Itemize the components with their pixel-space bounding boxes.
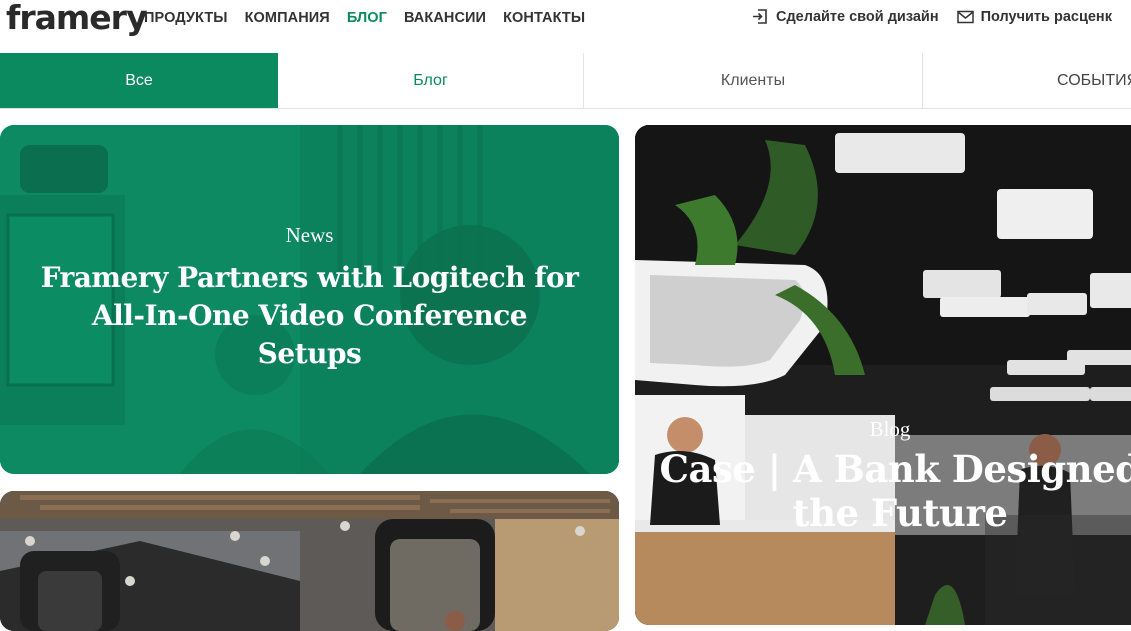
card-background-image xyxy=(635,125,1131,625)
card1-category: News xyxy=(285,223,334,247)
design-login-icon xyxy=(753,9,767,24)
article-card-logitech[interactable]: News Framery Partners with Logitech for … xyxy=(0,125,619,474)
card1-title: Framery Partners with Logitech for All-I… xyxy=(40,261,579,370)
tab-blog[interactable]: Блог xyxy=(278,53,584,108)
framery-logo[interactable]: framery xyxy=(6,0,147,40)
envelope-icon xyxy=(956,10,974,23)
card2-title-line2: the Future xyxy=(792,491,1008,535)
card2-category: Blog xyxy=(869,417,911,441)
get-quote-label: Получить расценк xyxy=(980,8,1112,25)
tab-all[interactable]: Все xyxy=(0,53,278,108)
card1-text: News Framery Partners with Logitech for … xyxy=(0,223,619,373)
tab-clients[interactable]: Клиенты xyxy=(584,53,923,108)
header-actions: Сделайте свой дизайн Получить расценк xyxy=(752,8,1130,25)
site-header: framery ПРОДУКТЫ КОМПАНИЯ БЛОГ ВАКАНСИИ … xyxy=(0,0,1131,52)
card2-text: Blog Case | A Bank Designed the Future xyxy=(635,417,1131,535)
article-card-bank[interactable]: Blog Case | A Bank Designed the Future xyxy=(635,125,1131,625)
nav-vacancies[interactable]: ВАКАНСИИ xyxy=(404,10,486,26)
card2-title-line1: Case | A Bank Designed xyxy=(659,447,1131,491)
tab-events[interactable]: СОБЫТИЯ xyxy=(923,53,1131,108)
get-quote-button[interactable]: Получить расценк xyxy=(956,8,1112,25)
nav-products[interactable]: ПРОДУКТЫ xyxy=(144,10,228,26)
nav-company[interactable]: КОМПАНИЯ xyxy=(245,10,330,26)
nav-contacts[interactable]: КОНТАКТЫ xyxy=(503,10,585,26)
design-your-own-button[interactable]: Сделайте свой дизайн xyxy=(752,8,939,25)
category-tabs: Все Блог Клиенты СОБЫТИЯ xyxy=(0,53,1131,109)
design-your-own-label: Сделайте свой дизайн xyxy=(776,8,939,25)
article-card-office[interactable] xyxy=(0,491,619,631)
main-nav: ПРОДУКТЫ КОМПАНИЯ БЛОГ ВАКАНСИИ КОНТАКТЫ xyxy=(144,10,602,26)
nav-blog[interactable]: БЛОГ xyxy=(347,10,387,26)
card-background-image xyxy=(0,491,619,631)
